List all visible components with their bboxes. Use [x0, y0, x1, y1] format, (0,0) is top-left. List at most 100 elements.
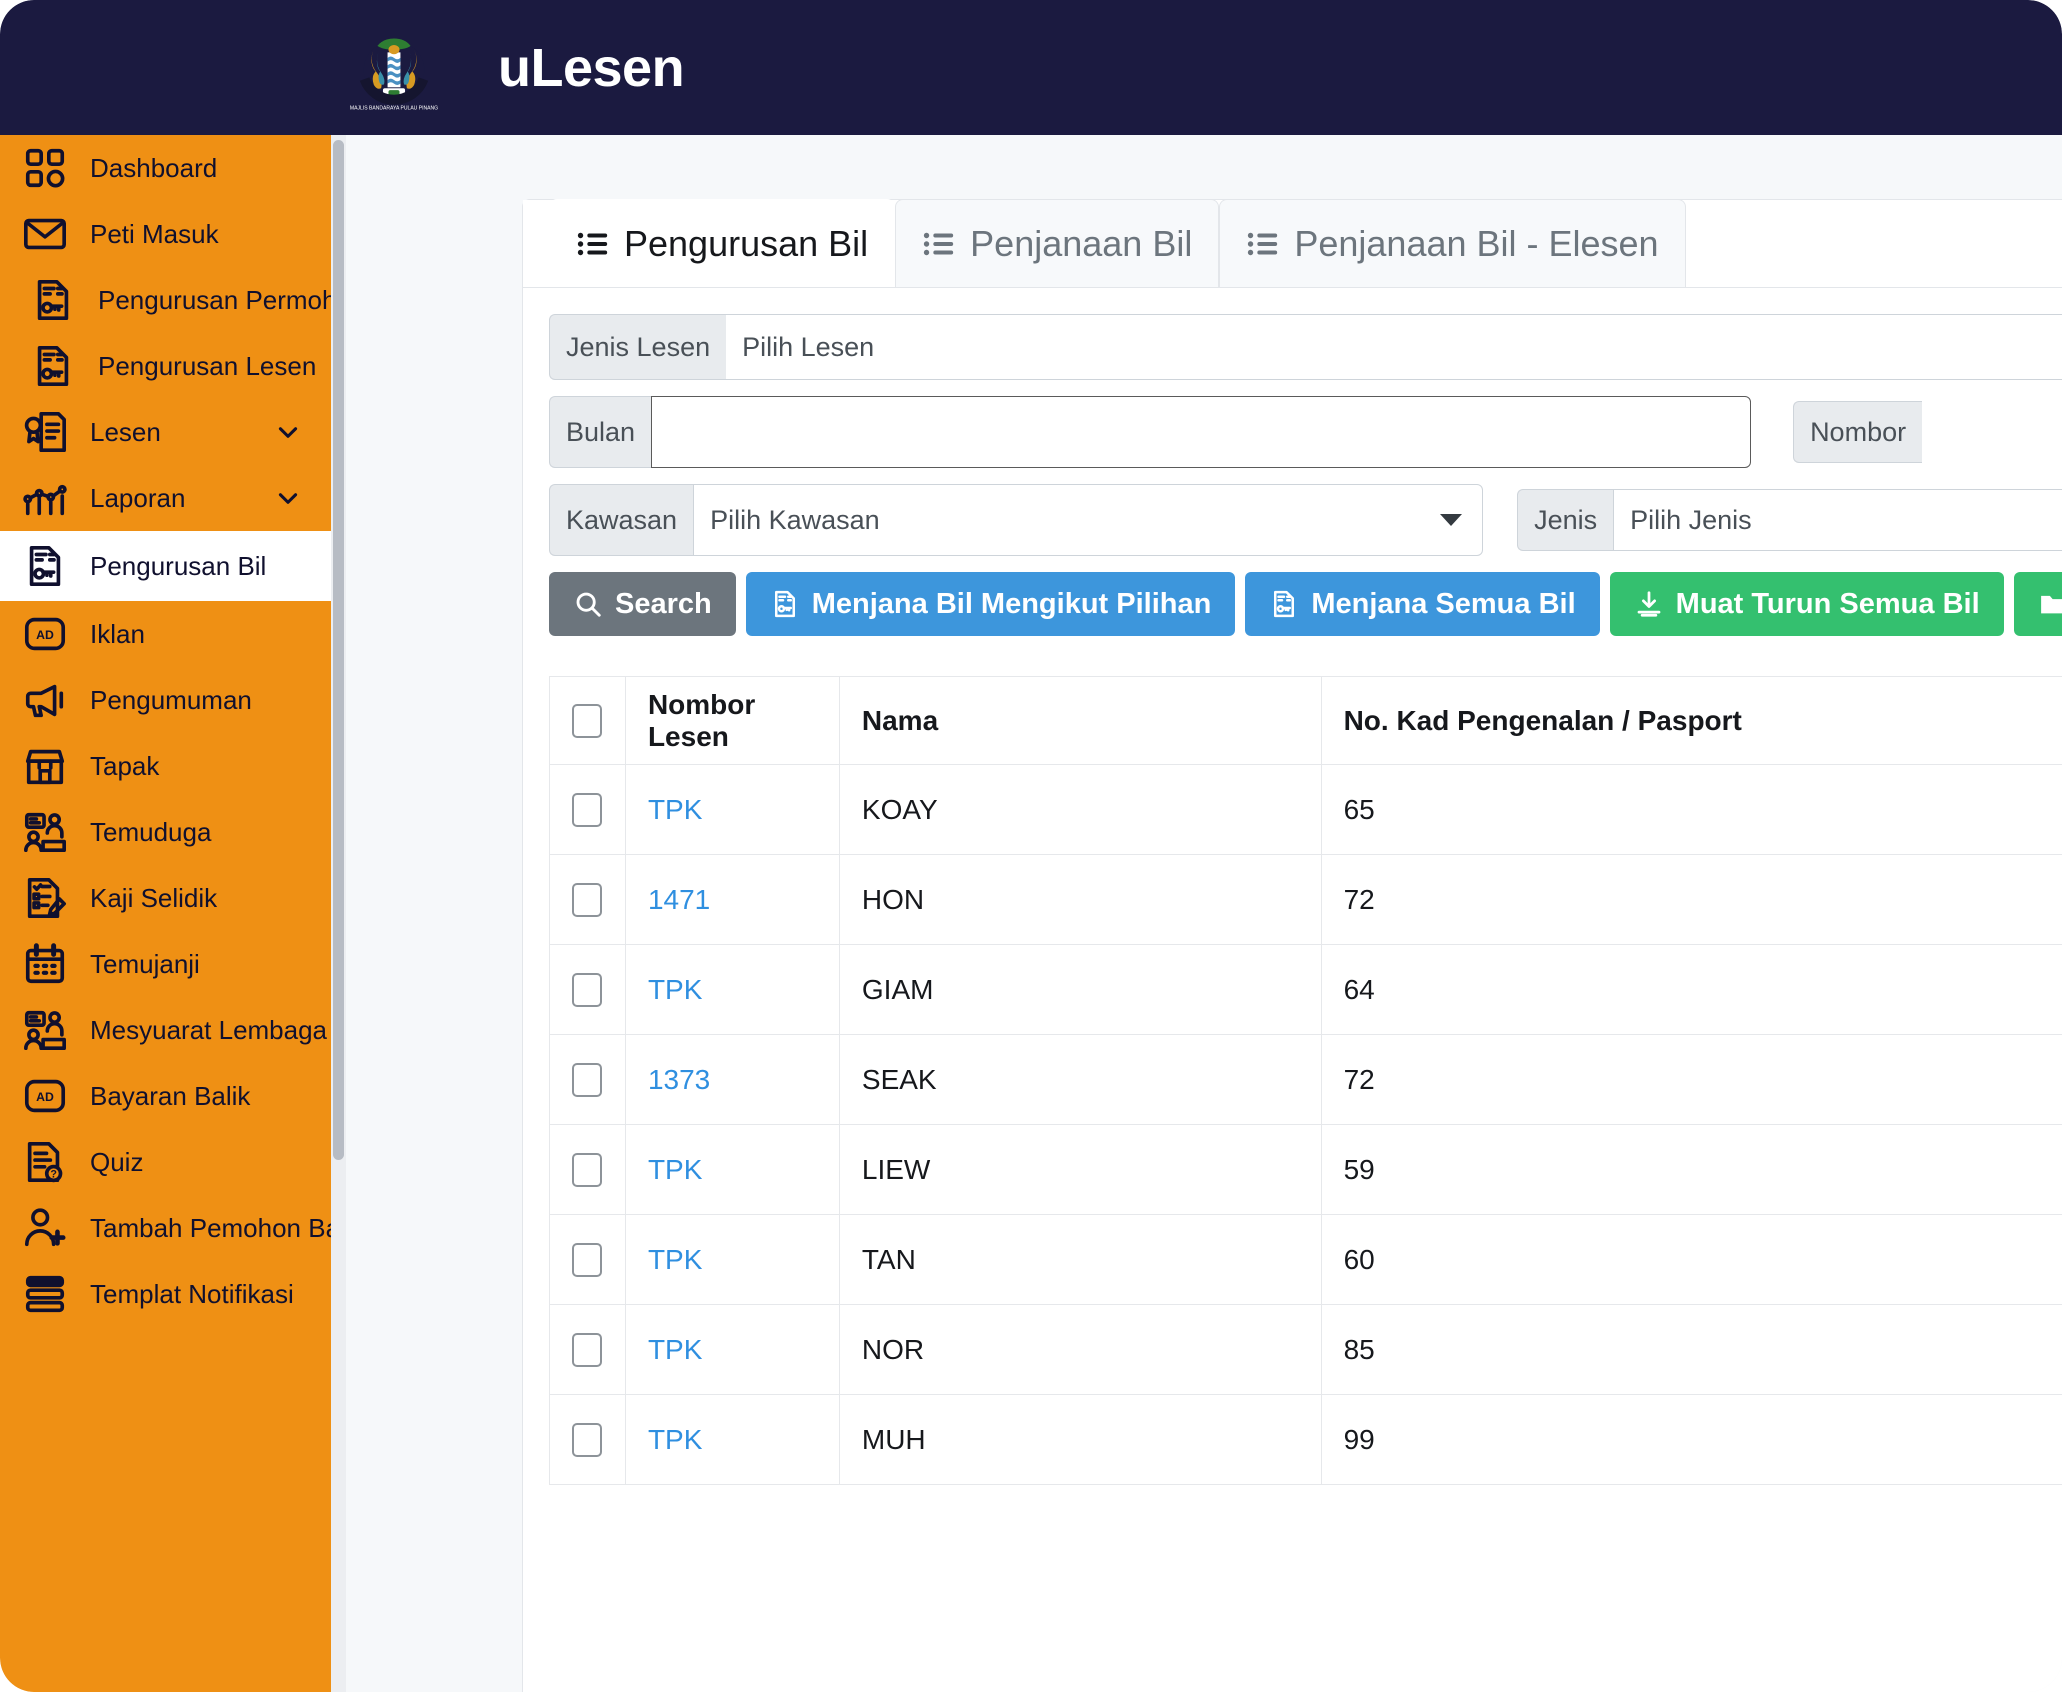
- sidebar-item-peti-masuk[interactable]: Peti Masuk: [0, 201, 331, 267]
- quiz-icon: ?: [14, 1136, 76, 1188]
- sidebar-item-pengurusan-permohonan[interactable]: Pengurusan Permohonan: [0, 267, 331, 333]
- table-row: TPKLIEW59: [550, 1125, 2062, 1215]
- folder-button[interactable]: [2014, 572, 2062, 636]
- sidebar-item-templat-notifikasi[interactable]: Templat Notifikasi: [0, 1261, 331, 1327]
- license-number-link[interactable]: 1373: [648, 1064, 710, 1095]
- sidebar-item-laporan[interactable]: Laporan: [0, 465, 331, 531]
- row-checkbox[interactable]: [572, 1153, 602, 1187]
- row-checkbox[interactable]: [572, 1333, 602, 1367]
- search-button[interactable]: Search: [549, 572, 736, 636]
- table-row: TPKMUH99: [550, 1395, 2062, 1485]
- sidebar-item-kaji-selidik[interactable]: Kaji Selidik: [0, 865, 331, 931]
- list-icon: [1246, 227, 1280, 261]
- bill-table: Nombor Lesen Nama No. Kad Pengenalan / P…: [549, 676, 2062, 1485]
- sidebar-item-tapak[interactable]: Tapak: [0, 733, 331, 799]
- cell-ic: 60: [1321, 1215, 2062, 1305]
- license-number-link[interactable]: TPK: [648, 1424, 702, 1455]
- cell-nama: TAN: [839, 1215, 1321, 1305]
- sidebar-item-label: Kaji Selidik: [90, 883, 217, 914]
- chevron-down-icon[interactable]: [275, 419, 301, 445]
- sidebar-item-label: Pengurusan Bil: [90, 551, 266, 582]
- cell-ic: 72: [1321, 855, 2062, 945]
- cell-ic: 72: [1321, 1035, 2062, 1125]
- sidebar-item-mesyuarat-lembaga[interactable]: Mesyuarat Lembaga: [0, 997, 331, 1063]
- cell-ic: 85: [1321, 1305, 2062, 1395]
- envelope-icon: [14, 208, 76, 260]
- jenis-lesen-group: Jenis Lesen Pilih Lesen: [549, 314, 2062, 380]
- license-number-link[interactable]: TPK: [648, 1154, 702, 1185]
- sidebar-item-label: Tambah Pemohon Baru: [90, 1213, 331, 1244]
- tab-pengurusan-bil[interactable]: Pengurusan Bil: [549, 199, 895, 287]
- bill-table-head: Nombor Lesen Nama No. Kad Pengenalan / P…: [550, 677, 2062, 765]
- license-number-link[interactable]: 1471: [648, 884, 710, 915]
- sidebar-scrollbar-thumb[interactable]: [333, 140, 344, 1160]
- cell-nombor-lesen: 1373: [625, 1035, 839, 1125]
- list-icon: [922, 227, 956, 261]
- cell-nombor-lesen: TPK: [625, 1125, 839, 1215]
- filter-row-jenis-lesen: Jenis Lesen Pilih Lesen: [549, 314, 2062, 380]
- sidebar-item-pengurusan-lesen[interactable]: Pengurusan Lesen: [0, 333, 331, 399]
- row-checkbox[interactable]: [572, 1243, 602, 1277]
- bulan-input[interactable]: [651, 396, 1751, 468]
- ad-icon: AD: [14, 608, 76, 660]
- muat-turun-semua-bil-button[interactable]: Muat Turun Semua Bil: [1610, 572, 2004, 636]
- sidebar-item-dashboard[interactable]: Dashboard: [0, 135, 331, 201]
- svg-text:AD: AD: [36, 1090, 54, 1104]
- license-number-link[interactable]: TPK: [648, 794, 702, 825]
- app-title: uLesen: [498, 37, 684, 99]
- interview-icon: [14, 1004, 76, 1056]
- sidebar-item-pengumuman[interactable]: Pengumuman: [0, 667, 331, 733]
- svg-text:?: ?: [50, 1169, 57, 1181]
- cell-nama: MUH: [839, 1395, 1321, 1485]
- folder-icon: [2038, 589, 2062, 619]
- sidebar-item-pengurusan-bil[interactable]: Pengurusan Bil: [0, 531, 331, 601]
- row-checkbox[interactable]: [572, 973, 602, 1007]
- column-header-ic: No. Kad Pengenalan / Pasport: [1321, 677, 2062, 765]
- jenis-select[interactable]: Pilih Jenis: [1613, 489, 2062, 551]
- jenis-group: Jenis Pilih Jenis: [1517, 489, 2062, 551]
- button-label: Menjana Semua Bil: [1311, 588, 1575, 621]
- table-row: TPKKOAY65: [550, 765, 2062, 855]
- sidebar-item-iklan[interactable]: ADIklan: [0, 601, 331, 667]
- jenis-lesen-value: Pilih Lesen: [742, 332, 874, 363]
- sidebar-item-bayaran-balik[interactable]: ADBayaran Balik: [0, 1063, 331, 1129]
- template-icon: [14, 1268, 76, 1320]
- row-checkbox[interactable]: [572, 793, 602, 827]
- sidebar-item-label: Lesen: [90, 417, 161, 448]
- kawasan-select[interactable]: Pilih Kawasan: [693, 484, 1483, 556]
- cell-ic: 64: [1321, 945, 2062, 1035]
- row-select-cell: [550, 1395, 626, 1485]
- table-row: TPKNOR85: [550, 1305, 2062, 1395]
- tab-penjanaan-bil[interactable]: Penjanaan Bil: [895, 199, 1219, 287]
- bulan-label: Bulan: [549, 396, 651, 468]
- sidebar-item-label: Temuduga: [90, 817, 211, 848]
- row-checkbox[interactable]: [572, 1063, 602, 1097]
- row-checkbox[interactable]: [572, 883, 602, 917]
- user-add-icon: [14, 1202, 76, 1254]
- sidebar-item-lesen[interactable]: Lesen: [0, 399, 331, 465]
- chevron-down-icon[interactable]: [275, 485, 301, 511]
- row-select-cell: [550, 1215, 626, 1305]
- sidebar-item-tambah-pemohon-baru[interactable]: Tambah Pemohon Baru: [0, 1195, 331, 1261]
- bill-table-body: TPKKOAY651471HON72TPKGIAM641373SEAK72TPK…: [550, 765, 2062, 1485]
- sidebar-item-quiz[interactable]: ?Quiz: [0, 1129, 331, 1195]
- sidebar-item-temujanji[interactable]: Temujanji: [0, 931, 331, 997]
- sidebar-item-temuduga[interactable]: Temuduga: [0, 799, 331, 865]
- jenis-value: Pilih Jenis: [1630, 505, 1752, 536]
- menjana-bil-mengikut-pilihan-button[interactable]: Menjana Bil Mengikut Pilihan: [746, 572, 1236, 636]
- app-header: MAJLIS BANDARAYA PULAU PINANG uLesen: [0, 0, 2062, 135]
- tab-penjanaan-bil-elesen[interactable]: Penjanaan Bil - Elesen: [1219, 199, 1685, 287]
- cell-nombor-lesen: TPK: [625, 1215, 839, 1305]
- menjana-semua-bil-button[interactable]: Menjana Semua Bil: [1245, 572, 1599, 636]
- jenis-lesen-select[interactable]: Pilih Lesen: [726, 314, 2062, 380]
- cell-nama: KOAY: [839, 765, 1321, 855]
- select-all-checkbox[interactable]: [572, 704, 602, 738]
- cell-nama: SEAK: [839, 1035, 1321, 1125]
- row-checkbox[interactable]: [572, 1423, 602, 1457]
- cell-ic: 59: [1321, 1125, 2062, 1215]
- sidebar-item-label: Templat Notifikasi: [90, 1279, 294, 1310]
- row-select-cell: [550, 855, 626, 945]
- license-number-link[interactable]: TPK: [648, 1244, 702, 1275]
- license-number-link[interactable]: TPK: [648, 974, 702, 1005]
- license-number-link[interactable]: TPK: [648, 1334, 702, 1365]
